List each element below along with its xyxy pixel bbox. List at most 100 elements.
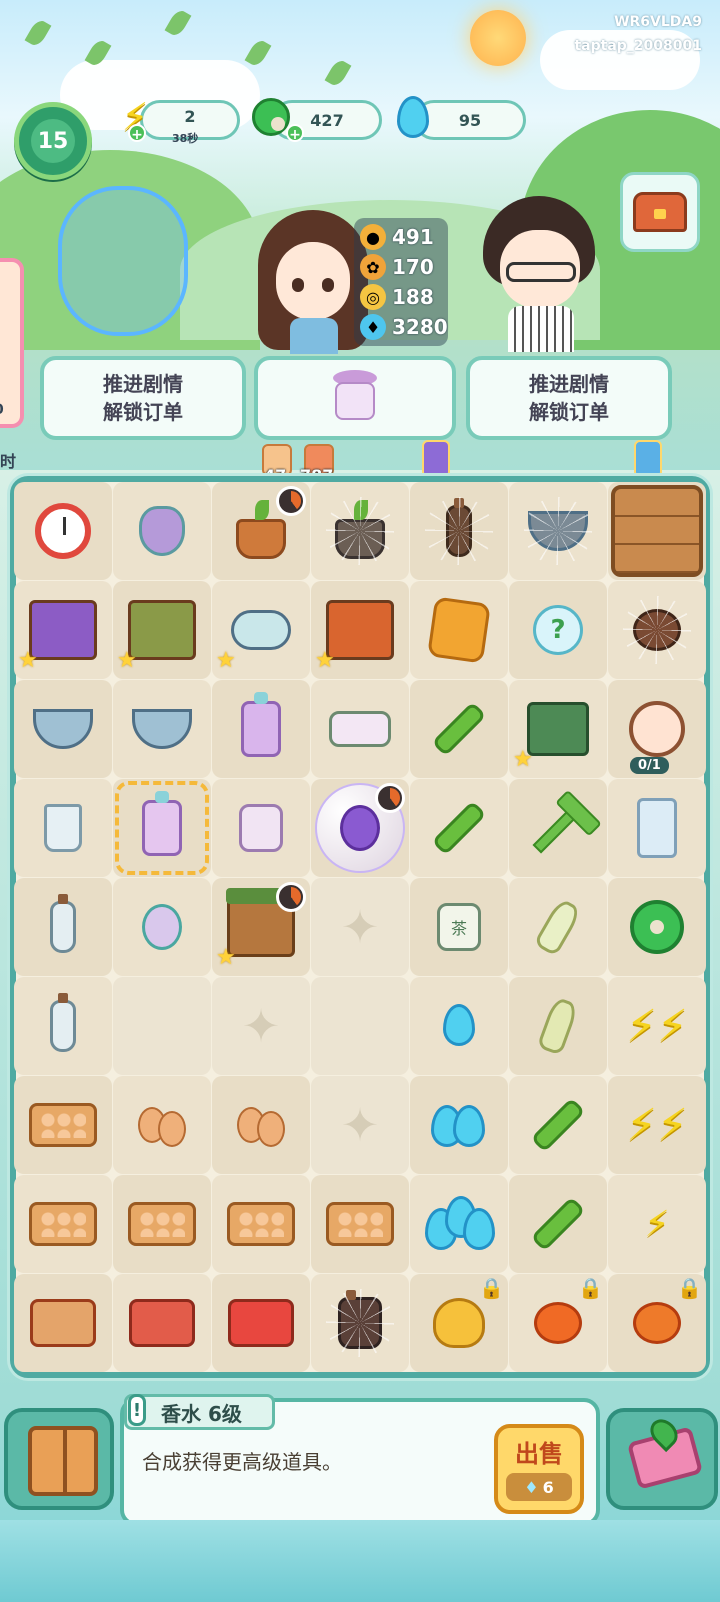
stone-bowl-icon xyxy=(132,709,192,749)
board-cell[interactable] xyxy=(14,878,112,976)
sparkle-icon: ✦ xyxy=(340,1098,380,1152)
order-card-locked-left[interactable]: 推进剧情 解锁订单 xyxy=(40,356,246,440)
board-cell[interactable] xyxy=(14,680,112,778)
board-cell[interactable] xyxy=(608,482,706,580)
board-cell[interactable] xyxy=(410,1175,508,1273)
board-cell[interactable] xyxy=(212,1076,310,1174)
character-card-badge[interactable] xyxy=(422,440,450,478)
board-cell[interactable] xyxy=(410,581,508,679)
board-cell[interactable]: ★ xyxy=(311,581,409,679)
player-level-badge[interactable]: 15 xyxy=(14,102,92,180)
coin-icon: ◎ xyxy=(360,284,386,310)
board-cell[interactable] xyxy=(14,1175,112,1273)
board-cell[interactable]: ★ xyxy=(212,878,310,976)
orange-pouch-icon xyxy=(633,1302,681,1344)
board-cell[interactable] xyxy=(212,680,310,778)
board-cell[interactable] xyxy=(14,977,112,1075)
board-cell[interactable]: ★ xyxy=(14,581,112,679)
bamboo-icon xyxy=(431,800,487,856)
board-cell[interactable] xyxy=(509,779,607,877)
board-cell-empty[interactable] xyxy=(311,977,409,1075)
side-event-label: 时 xyxy=(0,452,17,471)
board-cell[interactable] xyxy=(410,779,508,877)
board-cell[interactable] xyxy=(509,1175,607,1273)
flower-packet-icon xyxy=(239,804,283,852)
board-cell[interactable] xyxy=(212,779,310,877)
board-cell[interactable] xyxy=(14,779,112,877)
side-event-value: 0 xyxy=(0,402,4,418)
board-cell[interactable] xyxy=(113,1274,211,1372)
board-cell[interactable] xyxy=(410,482,508,580)
board-cell[interactable] xyxy=(509,482,607,580)
board-cell-empty[interactable]: ✦ xyxy=(311,878,409,976)
board-cell[interactable] xyxy=(311,779,409,877)
ribbon-jar-icon xyxy=(637,798,677,858)
board-cell[interactable]: ★ xyxy=(212,581,310,679)
board-cell[interactable]: ⚡⚡ xyxy=(608,977,706,1075)
order-card-locked-right[interactable]: 推进剧情 解锁订单 xyxy=(466,356,672,440)
egg-crate-icon xyxy=(29,1103,97,1147)
cobweb-jar-icon xyxy=(338,1290,382,1349)
sparkle-icon: ✦ xyxy=(241,999,281,1053)
egg-crate-icon xyxy=(326,1202,394,1246)
girl-portrait-icon xyxy=(629,701,685,757)
board-cell[interactable] xyxy=(212,482,310,580)
board-cell[interactable]: 🔒 xyxy=(608,1274,706,1372)
board-cell[interactable] xyxy=(212,1274,310,1372)
board-cell[interactable] xyxy=(212,1175,310,1273)
eggs-icon xyxy=(128,1091,196,1159)
board-cell[interactable]: ⚡ xyxy=(608,1175,706,1273)
board-cell[interactable]: 🔒 xyxy=(509,1274,607,1372)
board-cell[interactable] xyxy=(311,1274,409,1372)
board-cell[interactable] xyxy=(113,878,211,976)
board-cell-empty[interactable]: ✦ xyxy=(212,977,310,1075)
board-cell[interactable] xyxy=(311,1175,409,1273)
character-card-badge[interactable] xyxy=(634,440,662,478)
picnic-basket-icon xyxy=(129,1299,195,1347)
board-cell[interactable] xyxy=(608,878,706,976)
board-cell[interactable] xyxy=(113,482,211,580)
board-cell[interactable] xyxy=(113,1175,211,1273)
board-cell[interactable]: 茶 xyxy=(410,878,508,976)
bamboo-hammer-icon xyxy=(532,802,584,854)
map-button[interactable] xyxy=(606,1408,718,1510)
board-cell[interactable] xyxy=(14,482,112,580)
board-cell[interactable] xyxy=(608,779,706,877)
board-cell[interactable]: ★ xyxy=(113,581,211,679)
board-cell[interactable] xyxy=(14,1274,112,1372)
board-cell[interactable] xyxy=(509,1076,607,1174)
sell-button[interactable]: 出售 ♦ 6 xyxy=(494,1424,584,1514)
order-card-center[interactable] xyxy=(254,356,456,440)
board-cell[interactable] xyxy=(311,680,409,778)
bamboo-icon xyxy=(530,1097,586,1153)
storage-button[interactable] xyxy=(4,1408,114,1510)
board-cell[interactable] xyxy=(410,1076,508,1174)
board-cell-empty[interactable]: ✦ xyxy=(311,1076,409,1174)
board-cell[interactable]: ★ xyxy=(509,680,607,778)
lightning-pile-icon: ⚡⚡ xyxy=(626,1000,688,1052)
board-cell[interactable] xyxy=(113,779,211,877)
board-cell[interactable] xyxy=(14,1076,112,1174)
board-cell[interactable] xyxy=(410,680,508,778)
board-cell[interactable] xyxy=(113,680,211,778)
locked-character-silhouette[interactable] xyxy=(58,186,188,336)
board-cell[interactable] xyxy=(410,977,508,1075)
add-jade-button[interactable]: + xyxy=(286,124,304,143)
board-cell[interactable]: 0/1 xyxy=(608,680,706,778)
cobweb-pot-icon xyxy=(633,609,681,651)
board-cell[interactable] xyxy=(113,1076,211,1174)
board-cell[interactable] xyxy=(608,581,706,679)
flame-price-icon: ♦ xyxy=(524,1477,539,1497)
tea-set-icon xyxy=(231,610,291,650)
board-cell[interactable]: ? xyxy=(509,581,607,679)
add-energy-button[interactable]: + xyxy=(128,124,146,143)
board-cell[interactable] xyxy=(509,878,607,976)
board-cell[interactable] xyxy=(509,977,607,1075)
board-cell[interactable]: 🔒 xyxy=(410,1274,508,1372)
shop-button[interactable] xyxy=(620,172,700,252)
info-exclamation-icon[interactable]: ! xyxy=(128,1394,146,1426)
board-cell[interactable]: ⚡⚡ xyxy=(608,1076,706,1174)
board-cell[interactable] xyxy=(311,482,409,580)
board-cell-empty[interactable] xyxy=(113,977,211,1075)
side-event-card[interactable]: 0 xyxy=(0,258,24,428)
